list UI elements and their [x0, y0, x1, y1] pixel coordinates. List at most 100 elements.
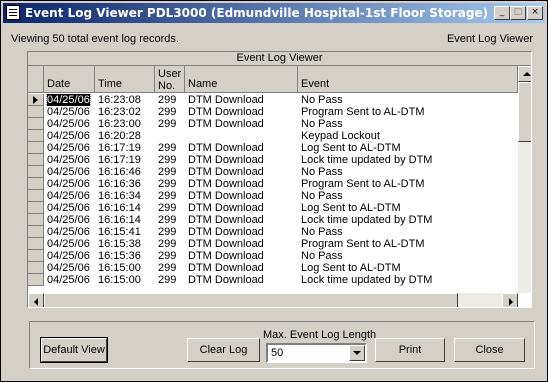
- maximize-button[interactable]: □: [510, 6, 526, 20]
- cell-user[interactable]: 299: [155, 214, 185, 226]
- title-bar[interactable]: Event Log Viewer PDL3000 (Edmundville Ho…: [3, 3, 545, 23]
- cell-date[interactable]: 04/25/06: [44, 274, 95, 286]
- cell-name[interactable]: DTM Download: [185, 178, 298, 190]
- vertical-scroll-thumb[interactable]: [518, 82, 531, 142]
- column-header-time[interactable]: Time: [95, 66, 155, 93]
- cell-name[interactable]: DTM Download: [185, 274, 298, 286]
- cell-user[interactable]: 299: [155, 190, 185, 202]
- cell-user[interactable]: 299: [155, 154, 185, 166]
- row-selector[interactable]: [28, 166, 44, 178]
- cell-date[interactable]: 04/25/06: [44, 118, 95, 130]
- row-selector[interactable]: [28, 250, 44, 262]
- cell-time[interactable]: 16:15:36: [95, 250, 155, 262]
- row-selector[interactable]: [28, 106, 44, 118]
- cell-name[interactable]: DTM Download: [185, 226, 298, 238]
- cell-user[interactable]: 299: [155, 238, 185, 250]
- column-header-name[interactable]: Name: [185, 66, 298, 93]
- max-event-log-select[interactable]: 50: [266, 343, 367, 363]
- cell-time[interactable]: 16:23:08: [95, 94, 155, 106]
- cell-name[interactable]: DTM Download: [185, 106, 298, 118]
- cell-name[interactable]: DTM Download: [185, 238, 298, 250]
- cell-event[interactable]: No Pass: [298, 94, 518, 106]
- row-selector[interactable]: [28, 274, 44, 286]
- cell-event[interactable]: No Pass: [298, 190, 518, 202]
- cell-event[interactable]: Log Sent to AL-DTM: [298, 262, 518, 274]
- cell-date[interactable]: 04/25/06: [44, 154, 95, 166]
- row-selector[interactable]: [28, 238, 44, 250]
- cell-user[interactable]: 299: [155, 166, 185, 178]
- row-selector[interactable]: [28, 142, 44, 154]
- cell-event[interactable]: Program Sent to AL-DTM: [298, 106, 518, 118]
- cell-user[interactable]: 299: [155, 262, 185, 274]
- cell-date[interactable]: 04/25/06: [44, 250, 95, 262]
- cell-user[interactable]: 299: [155, 250, 185, 262]
- cell-time[interactable]: 16:17:19: [95, 142, 155, 154]
- cell-date[interactable]: 04/25/06: [44, 238, 95, 250]
- row-selector[interactable]: [28, 154, 44, 166]
- cell-name[interactable]: DTM Download: [185, 94, 298, 106]
- cell-event[interactable]: Program Sent to AL-DTM: [298, 178, 518, 190]
- cell-date[interactable]: 04/25/06: [44, 190, 95, 202]
- cell-date[interactable]: 04/25/06: [44, 214, 95, 226]
- scroll-up-button[interactable]: [518, 66, 531, 82]
- close-window-button[interactable]: ×: [527, 6, 543, 20]
- cell-event[interactable]: Lock time updated by DTM: [298, 274, 518, 286]
- cell-time[interactable]: 16:15:38: [95, 238, 155, 250]
- cell-user[interactable]: [155, 130, 185, 142]
- cell-time[interactable]: 16:16:34: [95, 190, 155, 202]
- cell-user[interactable]: 299: [155, 118, 185, 130]
- vertical-scrollbar[interactable]: [518, 66, 531, 293]
- cell-event[interactable]: Program Sent to AL-DTM: [298, 238, 518, 250]
- row-selector[interactable]: [28, 262, 44, 274]
- cell-time[interactable]: 16:20:28: [95, 130, 155, 142]
- cell-event[interactable]: No Pass: [298, 166, 518, 178]
- cell-time[interactable]: 16:23:02: [95, 106, 155, 118]
- row-selector[interactable]: [28, 214, 44, 226]
- column-header-date[interactable]: Date: [44, 66, 95, 93]
- cell-event[interactable]: Log Sent to AL-DTM: [298, 202, 518, 214]
- cell-name[interactable]: DTM Download: [185, 154, 298, 166]
- cell-date[interactable]: 04/25/06: [44, 202, 95, 214]
- minimize-button[interactable]: _: [494, 6, 510, 20]
- cell-time[interactable]: 16:23:00: [95, 118, 155, 130]
- cell-user[interactable]: 299: [155, 106, 185, 118]
- scroll-left-button[interactable]: [28, 293, 44, 307]
- cell-date[interactable]: 04/25/06: [44, 166, 95, 178]
- clear-log-button[interactable]: Clear Log: [187, 338, 260, 362]
- cell-user[interactable]: 299: [155, 178, 185, 190]
- cell-date[interactable]: 04/25/06: [44, 142, 95, 154]
- event-log-grid[interactable]: Event Log Viewer Date Time User No. Name…: [27, 51, 532, 308]
- cell-event[interactable]: No Pass: [298, 118, 518, 130]
- row-selector[interactable]: [28, 94, 44, 106]
- cell-time[interactable]: 16:15:00: [95, 262, 155, 274]
- cell-time[interactable]: 16:16:14: [95, 214, 155, 226]
- row-selector[interactable]: [28, 190, 44, 202]
- cell-name[interactable]: DTM Download: [185, 166, 298, 178]
- cell-time[interactable]: 16:15:41: [95, 226, 155, 238]
- cell-date[interactable]: 04/25/06: [44, 178, 95, 190]
- cell-date[interactable]: 04/25/06: [44, 226, 95, 238]
- horizontal-scrollbar[interactable]: [28, 293, 518, 307]
- cell-date[interactable]: 04/25/06: [44, 130, 95, 142]
- row-selector[interactable]: [28, 118, 44, 130]
- cell-time[interactable]: 16:15:00: [95, 274, 155, 286]
- cell-event[interactable]: Lock time updated by DTM: [298, 154, 518, 166]
- close-button[interactable]: Close: [454, 338, 525, 362]
- cell-date[interactable]: 04/25/06: [44, 106, 95, 118]
- cell-event[interactable]: Log Sent to AL-DTM: [298, 142, 518, 154]
- cell-time[interactable]: 16:16:14: [95, 202, 155, 214]
- cell-user[interactable]: 299: [155, 202, 185, 214]
- cell-time[interactable]: 16:17:19: [95, 154, 155, 166]
- cell-name[interactable]: DTM Download: [185, 202, 298, 214]
- cell-name[interactable]: DTM Download: [185, 142, 298, 154]
- dropdown-button[interactable]: [349, 345, 365, 361]
- cell-name[interactable]: DTM Download: [185, 118, 298, 130]
- cell-event[interactable]: Lock time updated by DTM: [298, 214, 518, 226]
- cell-name[interactable]: DTM Download: [185, 250, 298, 262]
- cell-date[interactable]: 04/25/06: [44, 94, 95, 106]
- cell-name[interactable]: DTM Download: [185, 190, 298, 202]
- cell-name[interactable]: DTM Download: [185, 214, 298, 226]
- cell-event[interactable]: No Pass: [298, 250, 518, 262]
- cell-name[interactable]: [185, 130, 298, 142]
- default-view-button[interactable]: Default View: [40, 337, 108, 363]
